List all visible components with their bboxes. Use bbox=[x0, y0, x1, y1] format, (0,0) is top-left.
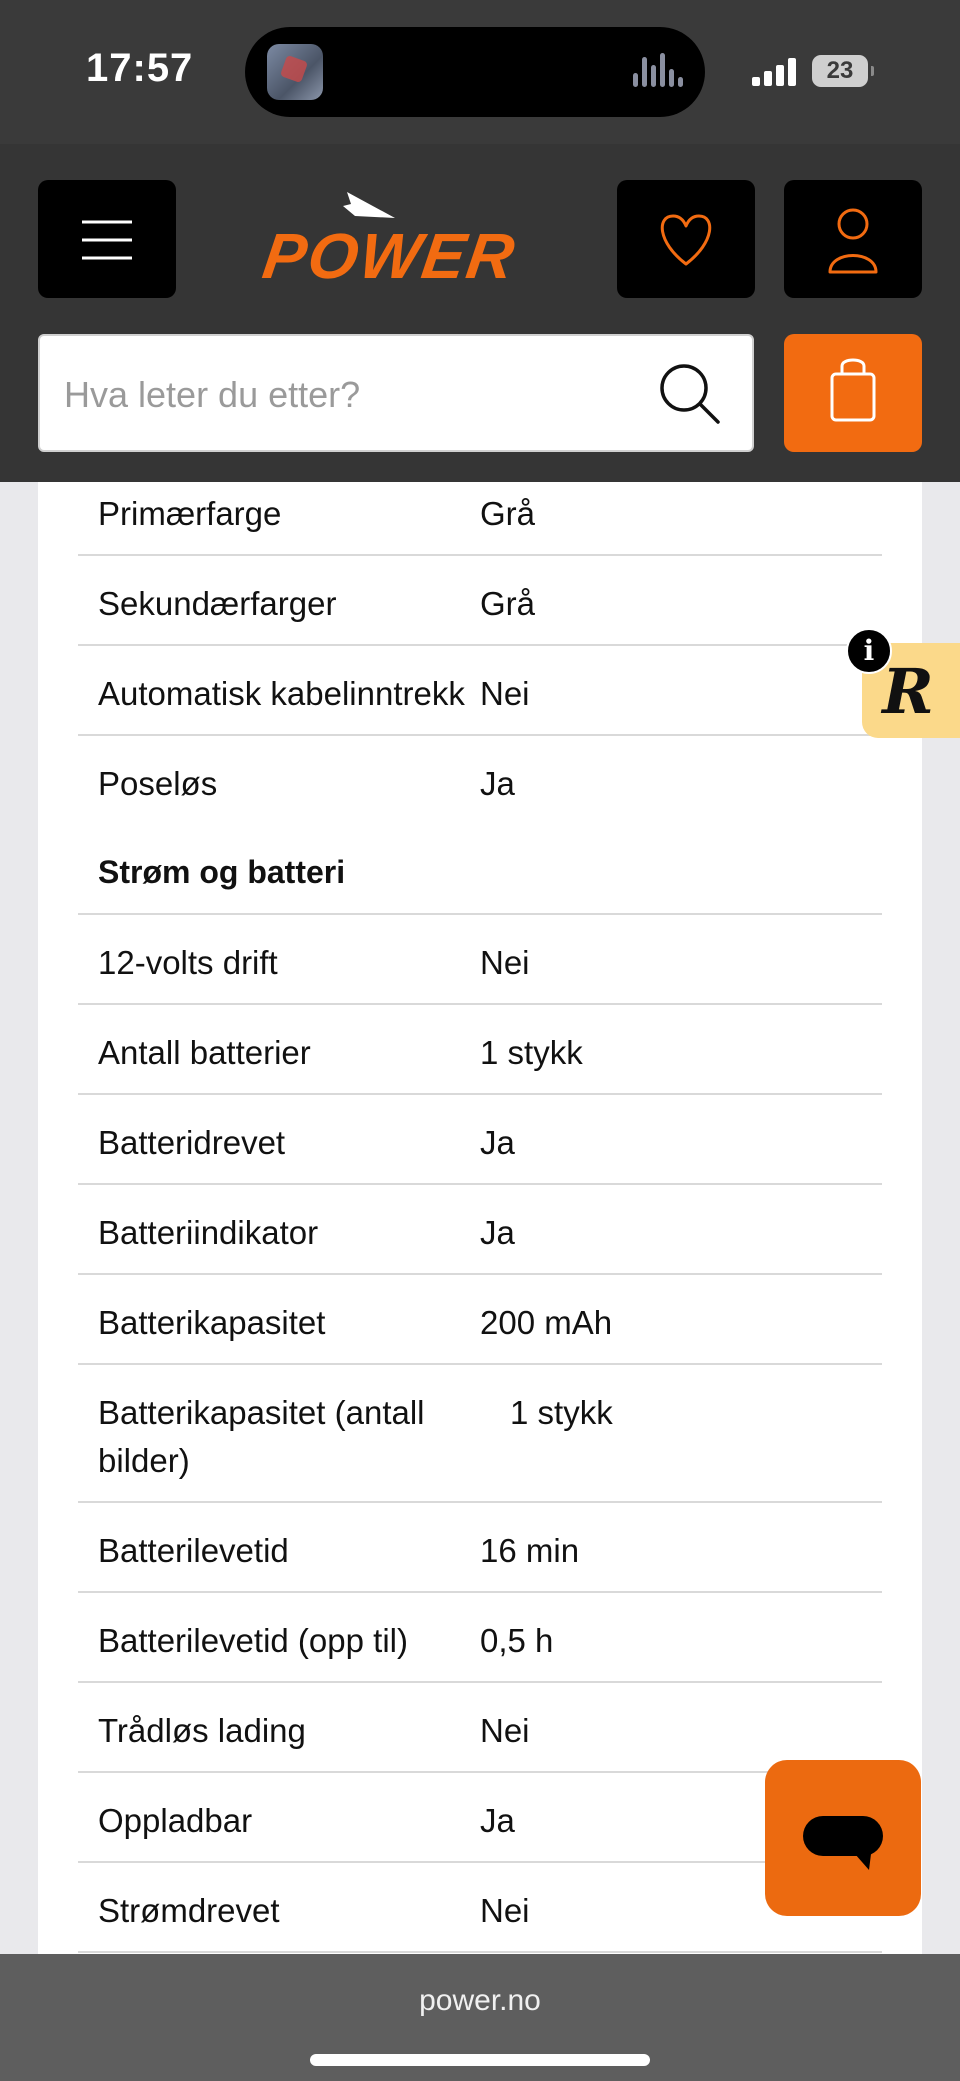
shopping-bag-icon bbox=[830, 358, 876, 422]
spec-row: Batterilevetid (opp til) 0,5 h bbox=[78, 1593, 882, 1683]
spec-label: Batteridrevet bbox=[98, 1124, 286, 1161]
browser-address-bar[interactable]: power.no bbox=[0, 1954, 960, 2081]
spec-value: Ja bbox=[480, 1214, 515, 1251]
spec-value: 1 stykk bbox=[510, 1394, 613, 1431]
spec-row: Batterikapasitet (antall bilder) 1 stykk bbox=[78, 1365, 882, 1503]
info-icon[interactable]: i bbox=[846, 628, 892, 674]
spec-row: Oppladbar Ja bbox=[78, 1773, 882, 1863]
spec-value: 200 mAh bbox=[480, 1304, 613, 1341]
spec-row: Batterilevetid 16 min bbox=[78, 1503, 882, 1593]
spec-label: Automatisk kabelinntrekk bbox=[98, 675, 465, 712]
search-box[interactable] bbox=[38, 334, 754, 452]
audio-wave-icon bbox=[633, 51, 685, 93]
account-button[interactable] bbox=[784, 180, 922, 298]
spec-label: 12-volts drift bbox=[98, 944, 278, 981]
spec-label: Batterikapasitet bbox=[98, 1304, 326, 1341]
home-indicator[interactable] bbox=[310, 2054, 650, 2066]
spec-label: Batteriindikator bbox=[98, 1214, 319, 1251]
specifications-card: Primærfarge Grå Sekundærfarger Grå Autom… bbox=[38, 482, 922, 1954]
spec-row: Batterikapasitet 200 mAh bbox=[78, 1275, 882, 1365]
dynamic-island[interactable] bbox=[245, 27, 705, 117]
spec-label: Trådløs lading bbox=[98, 1712, 306, 1749]
menu-button[interactable] bbox=[38, 180, 176, 298]
site-header: POWER bbox=[0, 144, 960, 482]
spec-row: Batteriindikator Ja bbox=[78, 1185, 882, 1275]
search-icon[interactable] bbox=[652, 356, 726, 430]
spec-label: Sekundærfarger bbox=[98, 585, 337, 622]
spec-label: Antall batterier bbox=[98, 1034, 311, 1071]
spec-value: 1 stykk bbox=[480, 1034, 583, 1071]
app-thumbnail-icon bbox=[267, 44, 323, 100]
spec-value: Ja bbox=[480, 765, 515, 802]
spec-label: Poseløs bbox=[98, 765, 218, 802]
spec-value: 0,5 h bbox=[480, 1622, 554, 1659]
spec-row: Antall batterier 1 stykk bbox=[78, 1005, 882, 1095]
status-bar: 17:57 23 bbox=[0, 0, 960, 144]
spec-label: Strømdrevet bbox=[98, 1892, 280, 1929]
spec-value: Nei bbox=[480, 944, 530, 981]
spec-value: Ja bbox=[480, 1124, 515, 1161]
heart-icon bbox=[660, 214, 712, 266]
battery-icon: 23 bbox=[812, 55, 874, 87]
spec-row: Batteridrevet Ja bbox=[78, 1095, 882, 1185]
spec-row: Trådløs lading Nei bbox=[78, 1683, 882, 1773]
cellular-signal-icon bbox=[752, 58, 796, 86]
spec-value: Nei bbox=[480, 675, 530, 712]
spec-label: Batterilevetid bbox=[98, 1532, 289, 1569]
spec-value: Grå bbox=[480, 495, 536, 532]
url-text[interactable]: power.no bbox=[0, 1984, 960, 2018]
spec-label: Batterikapasitet (antall bilder) bbox=[98, 1394, 425, 1479]
spec-row: Automatisk kabelinntrekk Nei bbox=[78, 646, 882, 736]
spec-label: Batterilevetid (opp til) bbox=[98, 1622, 408, 1659]
spec-value: Grå bbox=[480, 585, 536, 622]
svg-text:POWER: POWER bbox=[259, 220, 521, 292]
spec-row: Poseløs Ja bbox=[78, 736, 882, 824]
spec-row: 12-volts drift Nei bbox=[78, 915, 882, 1005]
spec-value: Nei bbox=[480, 1712, 530, 1749]
spec-row: Primærfarge Grå bbox=[78, 482, 882, 556]
user-icon bbox=[828, 208, 878, 274]
spec-row: Sekundærfarger Grå bbox=[78, 556, 882, 646]
chat-bubble-icon bbox=[803, 1816, 883, 1870]
spec-row: Strømdrevet Nei bbox=[78, 1863, 882, 1953]
search-input[interactable] bbox=[62, 354, 646, 436]
power-logo[interactable]: POWER bbox=[215, 182, 585, 292]
hamburger-menu-icon bbox=[82, 220, 132, 260]
spec-label: Oppladbar bbox=[98, 1802, 253, 1839]
favorites-button[interactable] bbox=[617, 180, 755, 298]
section-title: Strøm og batteri bbox=[78, 824, 882, 915]
spec-value: 16 min bbox=[480, 1532, 580, 1569]
spec-label: Primærfarge bbox=[98, 495, 282, 532]
svg-text:R: R bbox=[880, 655, 934, 728]
chat-button[interactable] bbox=[765, 1760, 921, 1916]
specifications-table: Primærfarge Grå Sekundærfarger Grå Autom… bbox=[78, 482, 882, 1953]
cart-button[interactable] bbox=[784, 334, 922, 452]
status-time: 17:57 bbox=[86, 46, 194, 90]
